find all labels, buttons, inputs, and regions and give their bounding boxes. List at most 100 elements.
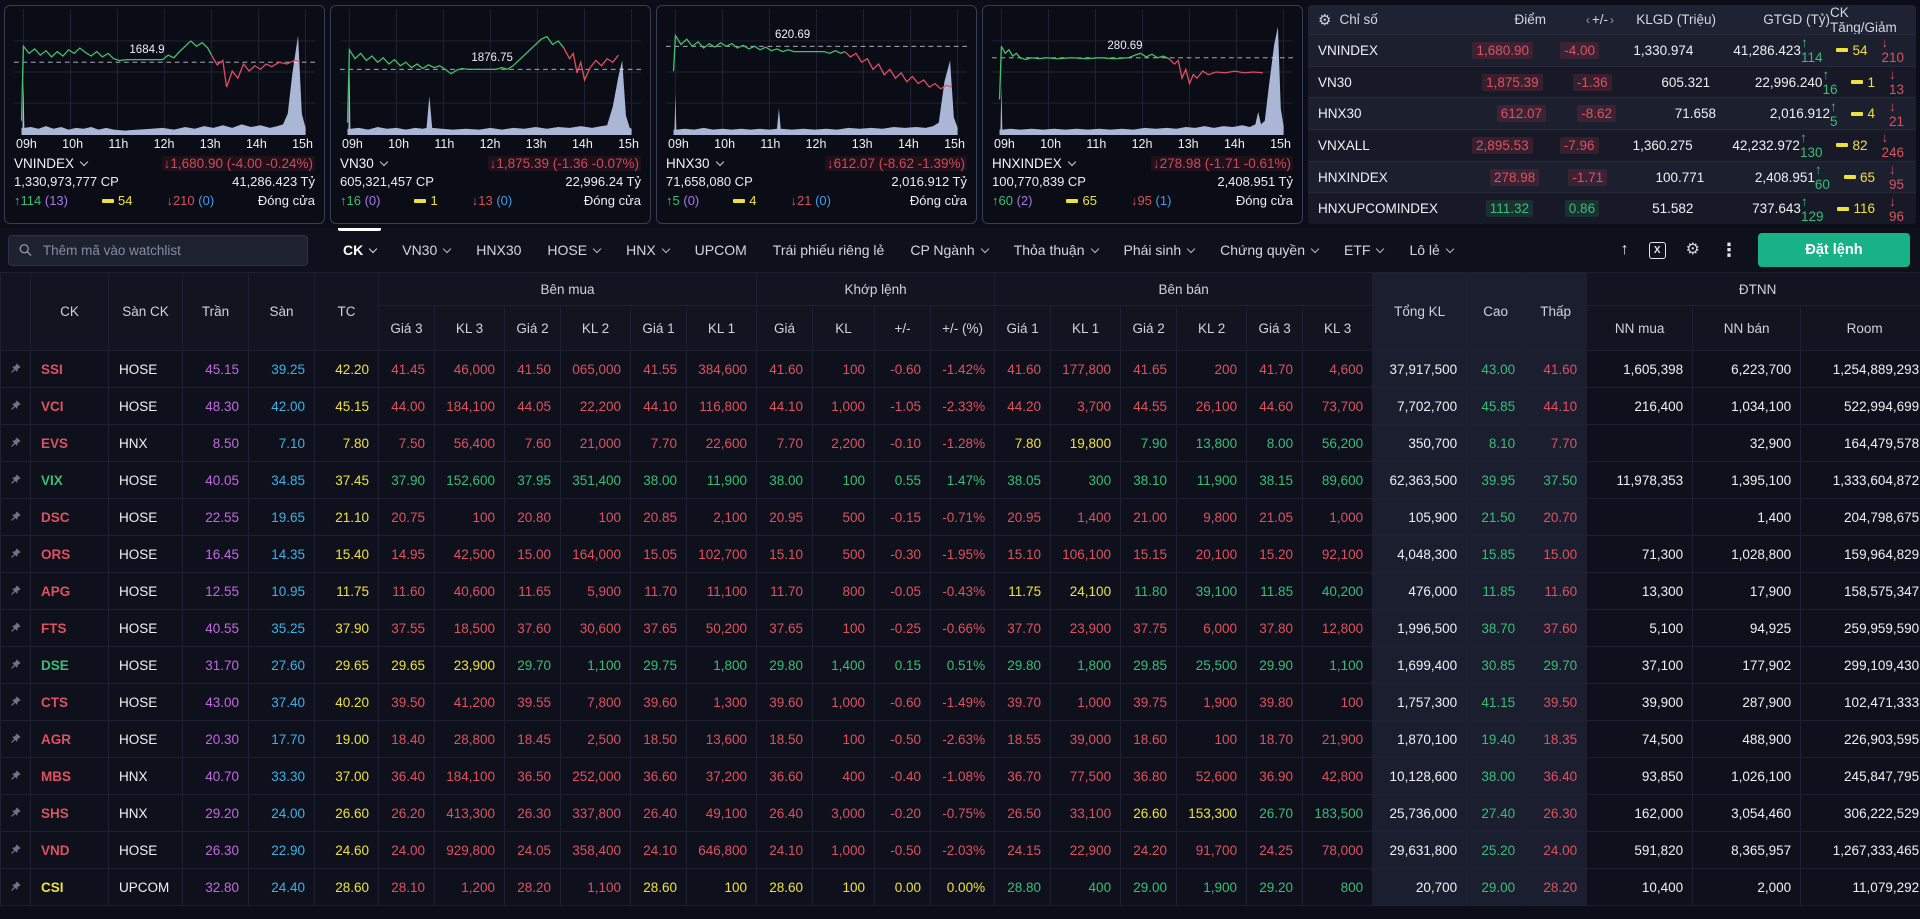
symbol-cell[interactable]: FTS [31, 610, 109, 647]
index-row-vnindex[interactable]: VNINDEX1,680.90-4.001,330.97441,286.423↑… [1308, 34, 1916, 66]
symbol-cell[interactable]: AGR [31, 721, 109, 758]
tab-lô-lẻ[interactable]: Lô lẻ [1396, 228, 1465, 272]
board-row-MBS: MBSHNX40.7033.3037.0036.40184,10036.5025… [1, 758, 1920, 795]
time-label: 09h [16, 137, 37, 151]
foreign-room-cell: 245,847,795 [1801, 758, 1920, 795]
high-cell: 8.10 [1467, 425, 1525, 462]
chevron-down-icon [980, 244, 988, 252]
kebab-menu-icon[interactable]: ⋮ [1720, 241, 1738, 259]
pin-icon[interactable] [10, 659, 21, 670]
gear-icon[interactable]: ⚙ [1686, 242, 1700, 258]
ceiling-cell: 40.55 [183, 610, 249, 647]
index-table-body: VNINDEX1,680.90-4.001,330.97441,286.423↑… [1308, 34, 1916, 224]
place-order-button[interactable]: Đặt lệnh [1758, 233, 1910, 267]
index-title[interactable]: VN30 [340, 156, 387, 171]
symbol-cell[interactable]: CSI [31, 869, 109, 906]
symbol-cell[interactable]: DSC [31, 499, 109, 536]
pin-icon[interactable] [10, 363, 21, 374]
symbol-cell[interactable]: VND [31, 832, 109, 869]
pin-icon[interactable] [10, 585, 21, 596]
pin-icon[interactable] [10, 881, 21, 892]
index-change: -4.00 [1533, 43, 1599, 58]
match-price-cell: 44.10 [757, 388, 813, 425]
pin-icon[interactable] [10, 548, 21, 559]
tab-hnx[interactable]: HNX [613, 228, 682, 272]
tab-hose[interactable]: HOSE [534, 228, 613, 272]
tab-ck[interactable]: CK [330, 228, 389, 272]
symbol-cell[interactable]: EVS [31, 425, 109, 462]
pin-icon[interactable] [10, 474, 21, 485]
down-arrow-icon: ↓ [1153, 156, 1160, 171]
gear-icon[interactable]: ⚙ [1318, 11, 1331, 29]
tab-cp-ngành[interactable]: CP Ngành [897, 228, 1000, 272]
symbol-cell[interactable]: CTS [31, 684, 109, 721]
total-volume: 1,330,973,777 CP [14, 174, 119, 189]
tab-label: CK [343, 242, 363, 258]
tab-hnx30[interactable]: HNX30 [463, 228, 534, 272]
pin-icon[interactable] [10, 770, 21, 781]
symbol-cell[interactable]: SSI [31, 351, 109, 388]
index-row-hnxupcomindex[interactable]: HNXUPCOMINDEX111.320.8651.582737.643↑ 12… [1308, 192, 1916, 224]
symbol-cell[interactable]: MBS [31, 758, 109, 795]
tab-vn30[interactable]: VN30 [389, 228, 463, 272]
match-price-cell: 29.80 [757, 647, 813, 684]
match-change-pct-cell: -0.66% [931, 610, 995, 647]
symbol-cell[interactable]: VCI [31, 388, 109, 425]
ask1-price-cell: 26.50 [995, 795, 1051, 832]
ask2-vol-cell: 25,500 [1177, 647, 1247, 684]
bid3-price-cell: 28.10 [379, 869, 435, 906]
index-row-vn30[interactable]: VN301,875.39-1.36605.32122,996.240↑ 161↓… [1308, 66, 1916, 98]
time-label: 14h [898, 137, 919, 151]
board-row-FTS: FTSHOSE40.5535.2537.9037.5518,50037.6030… [1, 610, 1920, 647]
watchlist-search[interactable] [8, 235, 308, 266]
index-title[interactable]: HNX30 [666, 156, 723, 171]
foreign-buy-cell [1587, 425, 1693, 462]
decliners: ↓13 (0) [472, 193, 512, 208]
pin-icon[interactable] [10, 622, 21, 633]
tab-etf[interactable]: ETF [1331, 228, 1396, 272]
index-row-hnxindex[interactable]: HNXINDEX278.98-1.71100.7712,408.951↑ 606… [1308, 161, 1916, 193]
foreign-sell-cell: 6,223,700 [1693, 351, 1801, 388]
next-column-icon[interactable]: › [1608, 13, 1616, 27]
tab-trái-phiếu-riêng-lẻ[interactable]: Trái phiếu riêng lẻ [760, 228, 898, 272]
symbol-cell[interactable]: ORS [31, 536, 109, 573]
pin-icon[interactable] [10, 807, 21, 818]
foreign-sell-cell: 32,900 [1693, 425, 1801, 462]
symbol-cell[interactable]: APG [31, 573, 109, 610]
exchange-cell: HOSE [109, 721, 183, 758]
symbol-cell[interactable]: DSE [31, 647, 109, 684]
pin-icon[interactable] [10, 696, 21, 707]
advancers: ↑114 (13) [14, 193, 68, 208]
tab-chứng-quyền[interactable]: Chứng quyền [1207, 228, 1331, 272]
pin-icon[interactable] [10, 511, 21, 522]
tab-phái-sinh[interactable]: Phái sinh [1111, 228, 1208, 272]
upload-icon[interactable]: ↑ [1621, 242, 1629, 258]
pin-icon[interactable] [10, 844, 21, 855]
index-row-vnxall[interactable]: VNXALL2,895.53-7.961,360.27542,232.972↑ … [1308, 129, 1916, 161]
subcol-giá-1: Giá 1 [995, 306, 1051, 351]
symbol-cell[interactable]: SHS [31, 795, 109, 832]
ask1-vol-cell: 33,100 [1051, 795, 1121, 832]
advancers: ↑ 60 [1815, 162, 1830, 192]
prev-column-icon[interactable]: ‹ [1584, 13, 1592, 27]
ask3-price-cell: 18.70 [1247, 721, 1303, 758]
index-title[interactable]: HNXINDEX [992, 156, 1075, 171]
exchange-cell: HNX [109, 425, 183, 462]
index-title[interactable]: VNINDEX [14, 156, 87, 171]
pin-icon[interactable] [10, 400, 21, 411]
ask1-vol-cell: 39,000 [1051, 721, 1121, 758]
pin-icon[interactable] [10, 437, 21, 448]
excel-export-icon[interactable]: X [1649, 242, 1666, 259]
symbol-cell[interactable]: VIX [31, 462, 109, 499]
match-change-cell: -0.15 [875, 499, 931, 536]
tab-upcom[interactable]: UPCOM [682, 228, 760, 272]
ask2-price-cell: 44.55 [1121, 388, 1177, 425]
index-row-hnx30[interactable]: HNX30612.07-8.6271.6582,016.912↑ 54↓ 21 [1308, 97, 1916, 129]
pin-icon[interactable] [10, 733, 21, 744]
time-axis: 09h10h11h12h13h14h15h [340, 137, 641, 151]
unchanged: 65 [1066, 193, 1096, 208]
bid3-vol-cell: 23,900 [435, 647, 505, 684]
search-input[interactable] [41, 242, 297, 259]
bid2-price-cell: 24.05 [505, 832, 561, 869]
tab-thỏa-thuận[interactable]: Thỏa thuận [1001, 228, 1111, 272]
